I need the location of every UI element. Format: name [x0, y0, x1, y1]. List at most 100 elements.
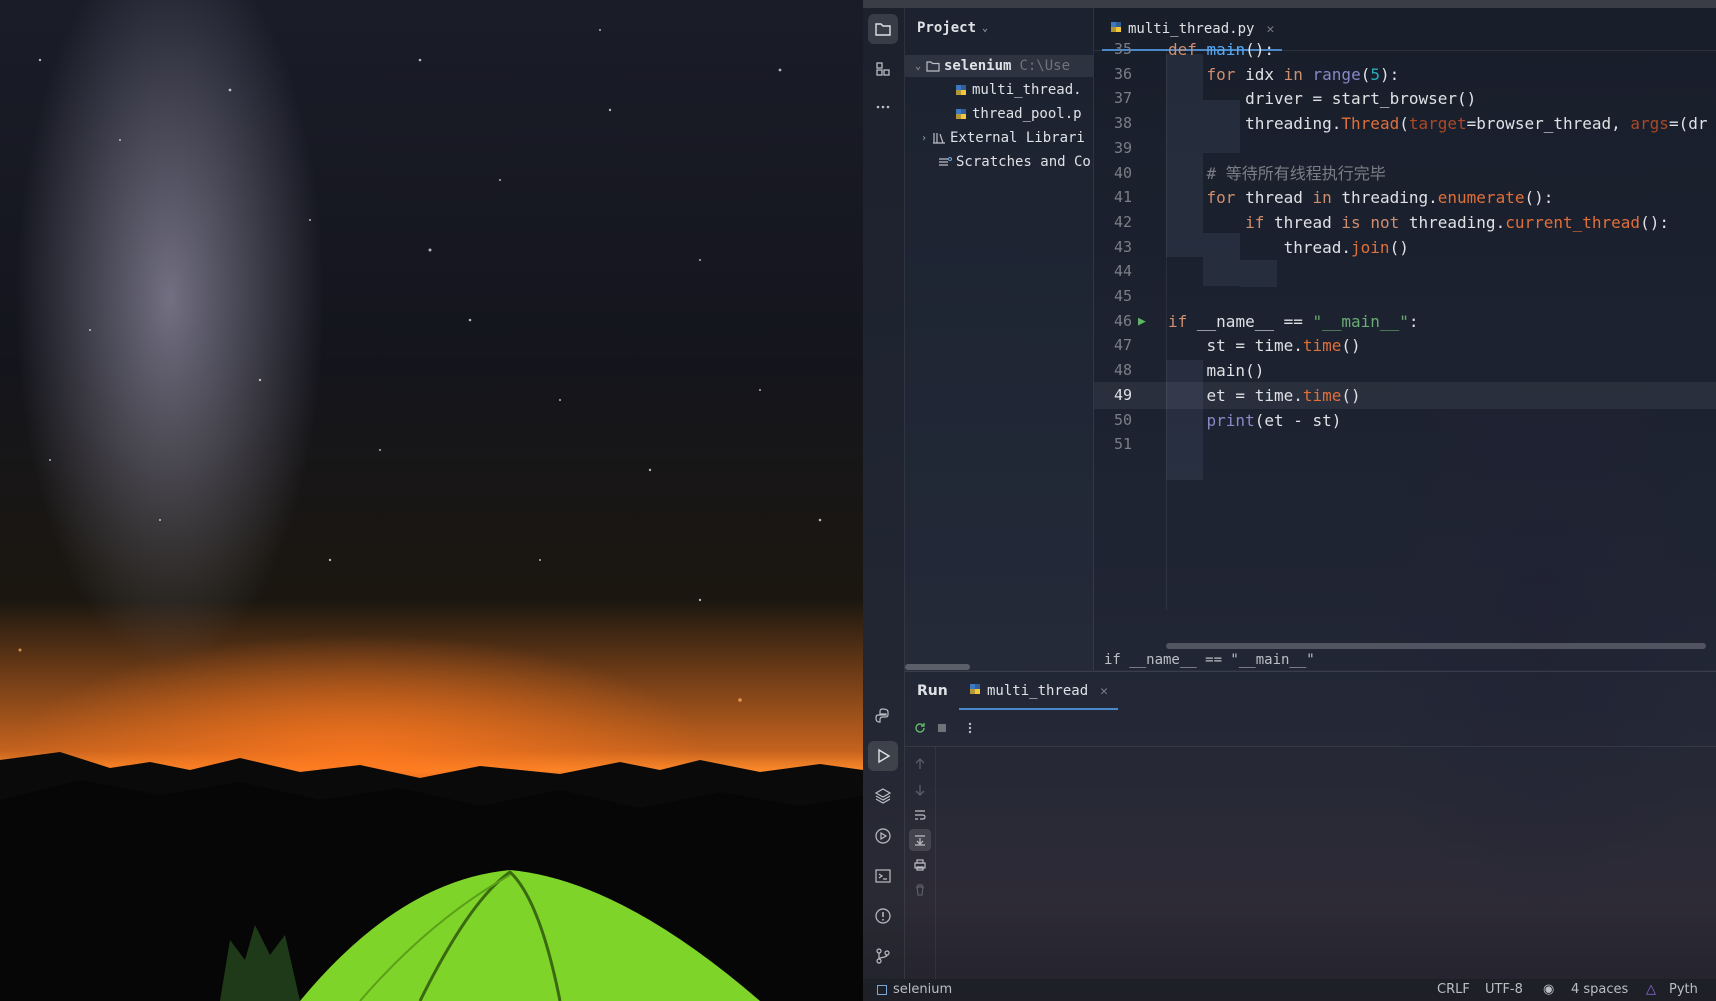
desktop-wallpaper — [0, 0, 863, 1001]
code-line[interactable]: 41 for thread in threading.enumerate(): — [1094, 184, 1716, 211]
run-icon — [878, 748, 891, 764]
services-tool-button[interactable] — [868, 821, 898, 851]
code-line[interactable]: 47 st = time.time() — [1094, 332, 1716, 359]
scroll-up-button[interactable] — [909, 753, 931, 775]
git-icon — [876, 948, 890, 964]
read-only-eye-icon[interactable]: ◉ — [1543, 982, 1554, 997]
line-number: 44 — [1113, 262, 1132, 281]
layers-tool-button[interactable] — [868, 781, 898, 811]
line-number: 50 — [1113, 410, 1132, 429]
arrow-down-icon — [915, 785, 925, 796]
line-number: 43 — [1113, 237, 1132, 256]
console-output[interactable] — [936, 746, 1716, 980]
folder-icon — [875, 23, 891, 36]
code-line[interactable]: 38 threading.Thread(target=browser_threa… — [1094, 110, 1716, 137]
tree-item-root-path: C:\Use — [1019, 58, 1071, 74]
tree-item-root[interactable]: ⌄ selenium C:\Use — [905, 55, 1093, 77]
stop-button[interactable] — [931, 717, 953, 739]
tree-item-scratches[interactable]: Scratches and Co — [905, 151, 1093, 173]
code-line[interactable]: 45 — [1094, 283, 1716, 310]
status-interpreter[interactable]: Pyth — [1669, 982, 1698, 997]
horizontal-scrollbar[interactable] — [905, 664, 970, 670]
line-number: 39 — [1113, 138, 1132, 157]
tree-item-file[interactable]: multi_thread. — [905, 79, 1093, 101]
code-line[interactable]: 51 — [1094, 431, 1716, 458]
code-line-text: if thread is not threading.current_threa… — [1245, 212, 1669, 232]
status-project-label: selenium — [893, 982, 953, 997]
close-icon[interactable]: ✕ — [1100, 684, 1108, 699]
status-encoding[interactable]: UTF-8 — [1485, 982, 1523, 997]
python-console-tool-button[interactable] — [868, 701, 898, 731]
structure-tool-button[interactable] — [868, 54, 898, 84]
line-number: 41 — [1113, 188, 1132, 207]
tree-item-file[interactable]: thread_pool.p — [905, 103, 1093, 125]
terminal-tool-button[interactable] — [868, 861, 898, 891]
run-tab-active[interactable]: multi_thread ✕ — [959, 672, 1118, 710]
print-button[interactable] — [909, 854, 931, 876]
code-line[interactable]: 42 if thread is not threading.current_th… — [1094, 209, 1716, 236]
run-more-button[interactable] — [959, 717, 981, 739]
structure-icon — [876, 62, 890, 76]
line-number: 38 — [1113, 114, 1132, 133]
layers-icon — [874, 788, 892, 804]
status-indent[interactable]: 4 spaces — [1571, 982, 1628, 997]
problems-icon — [875, 908, 891, 924]
code-line[interactable]: 37 driver = start_browser() — [1094, 85, 1716, 112]
scroll-down-button[interactable] — [909, 779, 931, 801]
git-tool-button[interactable] — [868, 941, 898, 971]
python-file-icon — [969, 683, 981, 699]
line-number: 51 — [1113, 435, 1132, 454]
run-gutter-icon[interactable]: ▶ — [1138, 308, 1146, 335]
rerun-icon — [915, 723, 925, 733]
rerun-button[interactable] — [909, 717, 931, 739]
code-line[interactable]: 39 — [1094, 135, 1716, 162]
problems-tool-button[interactable] — [868, 901, 898, 931]
clear-button[interactable] — [909, 879, 931, 901]
status-line-separator[interactable]: CRLF — [1437, 982, 1470, 997]
soft-wrap-icon — [915, 810, 926, 820]
code-line-text: thread.join() — [1283, 237, 1409, 257]
code-line-text: driver = start_browser() — [1245, 89, 1477, 109]
line-number: 37 — [1113, 89, 1132, 108]
code-line[interactable]: 36 for idx in range(5): — [1094, 61, 1716, 88]
project-panel: Project ⌄ ⌄ selenium C:\Use multi_thread… — [905, 8, 1094, 670]
night-sky-tent-illustration — [0, 29, 863, 1001]
code-line[interactable]: 46 if __name__ == "__main__": ▶ — [1094, 308, 1716, 335]
chevron-down-icon: ⌄ — [914, 60, 922, 72]
chevron-down-icon: ⌄ — [982, 22, 989, 34]
tree-item-file-label: thread_pool.p — [972, 106, 1082, 122]
line-number: 35 — [1113, 40, 1132, 58]
run-side-toolbar — [905, 746, 936, 980]
python-file-icon — [953, 107, 969, 121]
project-icon — [877, 984, 887, 995]
status-project[interactable]: selenium — [877, 982, 952, 997]
code-line-text: st = time.time() — [1206, 336, 1361, 356]
scratches-icon — [937, 155, 953, 169]
code-line[interactable]: 50 print(et - st) — [1094, 407, 1716, 434]
code-area[interactable]: 35 def main(): 36 for idx in range(5): 37 d… — [1094, 40, 1716, 650]
line-number: 36 — [1113, 64, 1132, 83]
close-icon[interactable]: ✕ — [1266, 22, 1274, 37]
more-icon — [876, 105, 890, 109]
line-number: 40 — [1113, 163, 1132, 182]
ide-window: Project ⌄ ⌄ selenium C:\Use multi_thread… — [863, 0, 1716, 1001]
breadcrumb[interactable]: if __name__ == "__main__" — [1094, 652, 1716, 670]
run-tool-button[interactable] — [868, 741, 898, 771]
code-line[interactable]: 43 thread.join() — [1094, 234, 1716, 261]
project-tool-button[interactable] — [868, 14, 898, 44]
code-line[interactable]: 49 et = time.time() — [1094, 381, 1716, 409]
scroll-to-end-button[interactable] — [909, 829, 931, 851]
arrow-up-icon — [915, 758, 925, 769]
project-panel-title: Project — [917, 20, 977, 36]
code-line-text: # 等待所有线程执行完毕 — [1206, 163, 1386, 183]
soft-wrap-button[interactable] — [909, 804, 931, 826]
project-panel-header[interactable]: Project ⌄ — [905, 8, 1093, 48]
tree-item-external-libraries[interactable]: › External Librari — [905, 127, 1093, 149]
more-tools-button[interactable] — [868, 92, 898, 122]
code-line[interactable]: 48 main() — [1094, 357, 1716, 384]
run-panel-title: Run — [917, 683, 948, 699]
code-line[interactable]: 35 def main(): — [1094, 36, 1716, 63]
editor-horizontal-scrollbar[interactable] — [1166, 643, 1706, 649]
code-line[interactable]: 44 — [1094, 258, 1716, 285]
code-line[interactable]: 40 # 等待所有线程执行完毕 — [1094, 160, 1716, 187]
